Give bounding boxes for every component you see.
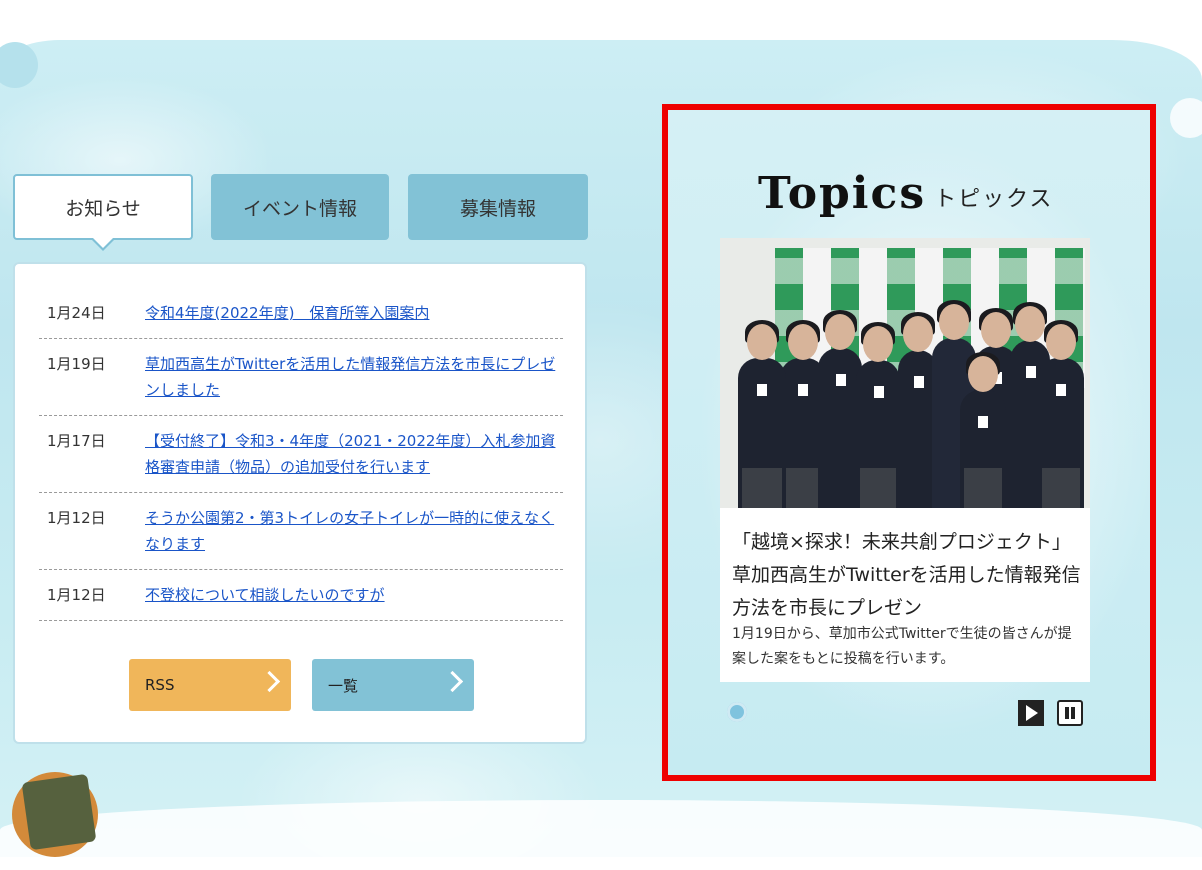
news-buttons: RSS 一覧 (129, 659, 474, 711)
news-link[interactable]: 不登校について相談したいのですが (145, 582, 561, 608)
news-link[interactable]: 【受付終了】令和3・4年度（2021・2022年度）入札参加資格審査申請（物品）… (145, 428, 561, 480)
news-link[interactable]: そうか公園第2・第3トイレの女子トイレが一時的に使えなくなります (145, 505, 561, 557)
news-date: 1月24日 (47, 304, 106, 322)
news-date: 1月17日 (47, 432, 106, 450)
list-item: 1月12日 そうか公園第2・第3トイレの女子トイレが一時的に使えなくなります (39, 493, 563, 570)
tab-recruitment-info[interactable]: 募集情報 (408, 174, 588, 240)
topics-slide-card[interactable]: 「越境×探求！未来共創プロジェクト」草加西高生がTwitterを活用した情報発信… (720, 238, 1090, 682)
news-date: 1月12日 (47, 509, 106, 527)
topics-heading: Topics トピックス (758, 168, 1053, 219)
topics-photo[interactable] (720, 238, 1090, 508)
rock-decoration (12, 772, 98, 857)
play-icon[interactable] (1018, 700, 1044, 726)
list-button-label: 一覧 (328, 676, 359, 695)
rss-button[interactable]: RSS (129, 659, 291, 711)
news-list: 1月24日 令和4年度(2022年度) 保育所等入園案内 1月19日 草加西高生… (39, 288, 563, 621)
topics-card-body: 1月19日から、草加市公式Twitterで生徒の皆さんが提案した案をもとに投稿を… (732, 626, 1072, 667)
news-date: 1月19日 (47, 355, 106, 373)
tab-oshirase[interactable]: お知らせ (13, 174, 193, 251)
pause-icon[interactable] (1057, 700, 1083, 726)
list-item: 1月12日 不登校について相談したいのですが (39, 570, 563, 621)
topics-heading-ja: トピックス (934, 187, 1054, 212)
tab-event-info[interactable]: イベント情報 (211, 174, 389, 240)
news-link[interactable]: 令和4年度(2022年度) 保育所等入園案内 (145, 300, 561, 326)
list-item: 1月24日 令和4年度(2022年度) 保育所等入園案内 (39, 288, 563, 339)
news-panel: 1月24日 令和4年度(2022年度) 保育所等入園案内 1月19日 草加西高生… (13, 262, 587, 744)
chevron-right-icon (258, 670, 281, 693)
topics-card-title[interactable]: 「越境×探求！未来共創プロジェクト」草加西高生がTwitterを活用した情報発信… (732, 526, 1082, 625)
slide-indicator-dot[interactable] (727, 702, 747, 722)
wave-decoration (0, 800, 1202, 870)
bubble-decoration (1170, 98, 1202, 138)
list-item: 1月17日 【受付終了】令和3・4年度（2021・2022年度）入札参加資格審査… (39, 416, 563, 493)
news-date: 1月12日 (47, 586, 106, 604)
chevron-right-icon (441, 670, 464, 693)
news-link[interactable]: 草加西高生がTwitterを活用した情報発信方法を市長にプレゼンしました (145, 351, 561, 403)
list-all-button[interactable]: 一覧 (312, 659, 474, 711)
list-item: 1月19日 草加西高生がTwitterを活用した情報発信方法を市長にプレゼンしま… (39, 339, 563, 416)
topics-heading-en: Topics (758, 168, 927, 219)
rss-button-label: RSS (145, 676, 175, 694)
